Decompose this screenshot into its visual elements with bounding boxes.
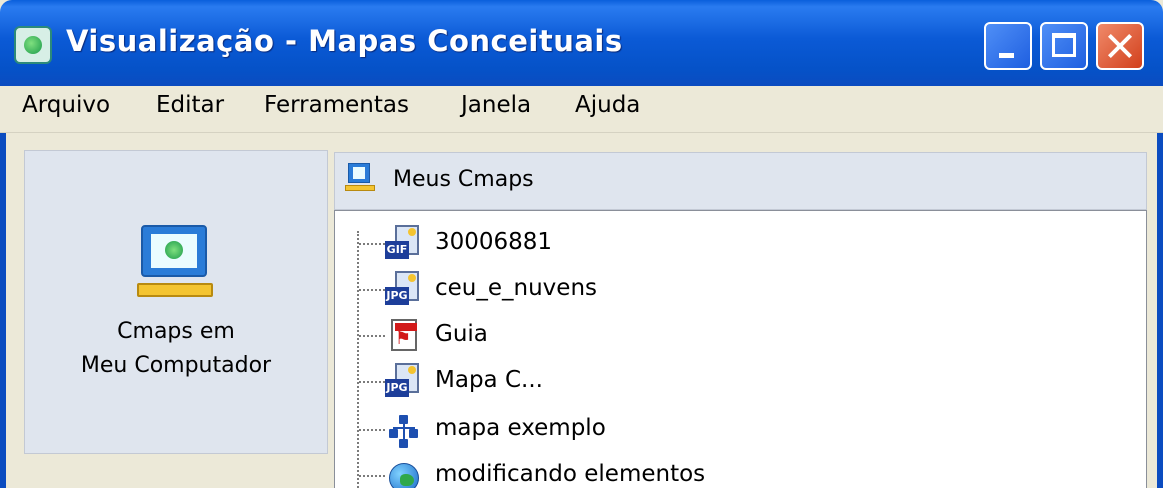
location-panel-my-computer[interactable]: Cmaps em Meu Computador xyxy=(24,150,328,454)
location-label-line1: Cmaps em xyxy=(117,319,235,344)
computer-screen xyxy=(151,234,197,268)
minimize-button[interactable] xyxy=(984,22,1032,70)
tree-item[interactable]: mapa exemplo xyxy=(335,407,1146,451)
menu-ferramentas[interactable]: Ferramentas xyxy=(264,92,409,118)
title-bar[interactable]: Visualização - Mapas Conceituais xyxy=(0,0,1163,86)
web-globe-icon xyxy=(385,457,421,488)
window-frame-right xyxy=(1157,86,1163,488)
tree-item[interactable]: GIF 30006881 xyxy=(335,221,1146,265)
computer-monitor xyxy=(141,225,207,277)
file-tree[interactable]: GIF 30006881 JPG ceu_e_nuvens ⚑ Guia JPG… xyxy=(334,210,1147,488)
cmap-globe-icon[interactable] xyxy=(14,26,52,64)
maximize-button[interactable] xyxy=(1040,22,1088,70)
close-icon xyxy=(1098,24,1142,68)
tree-item[interactable]: ⚑ Guia xyxy=(335,313,1146,357)
close-button[interactable] xyxy=(1096,22,1144,70)
folder-header: Meus Cmaps xyxy=(334,152,1147,210)
tree-item-label: 30006881 xyxy=(435,229,553,255)
tree-item-label: modificando elementos xyxy=(435,461,706,487)
jpg-file-icon: JPG xyxy=(385,271,421,307)
jpg-file-icon: JPG xyxy=(385,363,421,399)
menu-editar[interactable]: Editar xyxy=(156,92,224,118)
window-title: Visualização - Mapas Conceituais xyxy=(66,24,623,58)
menu-janela[interactable]: Janela xyxy=(461,92,531,118)
minimize-icon xyxy=(999,53,1014,58)
gif-file-icon: GIF xyxy=(385,225,421,261)
folder-title: Meus Cmaps xyxy=(393,167,534,192)
maximize-icon xyxy=(1052,33,1076,57)
tree-item-label: Guia xyxy=(435,321,488,347)
menu-ajuda[interactable]: Ajuda xyxy=(575,92,640,118)
location-label-line2: Meu Computador xyxy=(80,353,272,378)
tree-item-label: Mapa C... xyxy=(435,367,543,393)
pdf-file-icon: ⚑ xyxy=(385,317,421,353)
computer-base xyxy=(137,283,213,297)
cmaps-folder-icon xyxy=(345,163,375,193)
tree-item[interactable]: modificando elementos xyxy=(335,453,1146,488)
menu-arquivo[interactable]: Arquivo xyxy=(22,92,110,118)
tree-item[interactable]: JPG Mapa C... xyxy=(335,359,1146,403)
tree-item[interactable]: JPG ceu_e_nuvens xyxy=(335,267,1146,311)
concept-map-icon xyxy=(385,411,421,448)
tree-item-label: mapa exemplo xyxy=(435,415,606,441)
tree-item-label: ceu_e_nuvens xyxy=(435,275,597,301)
computer-icon[interactable] xyxy=(137,225,215,299)
window-frame-left xyxy=(0,86,6,488)
menu-bar: Arquivo Editar Ferramentas Janela Ajuda xyxy=(0,86,1163,133)
